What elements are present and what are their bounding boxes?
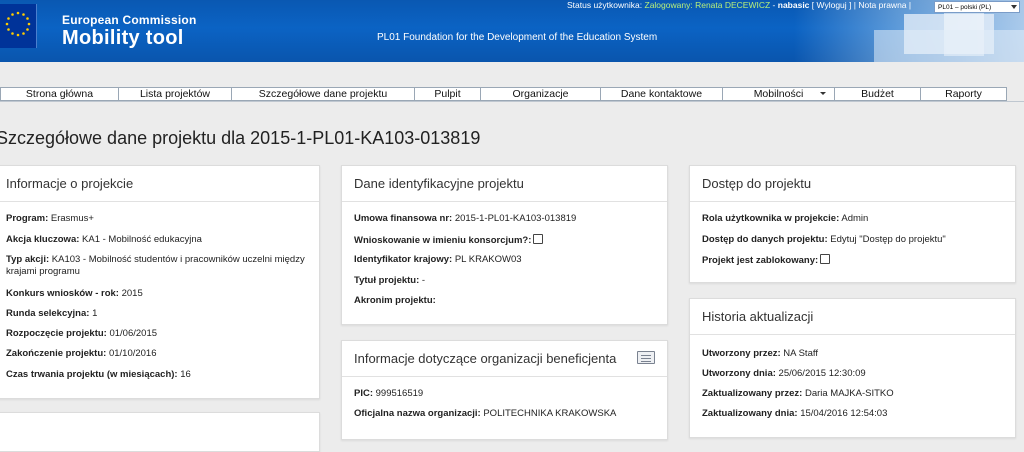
nav-item-reports[interactable]: Raporty [920, 87, 1007, 101]
panel-header: Informacje dotyczące organizacji benefic… [342, 341, 667, 377]
project-info-panel: Informacje o projekcie Program: Erasmus+… [0, 165, 320, 399]
nav-item-contacts[interactable]: Dane kontaktowe [600, 87, 723, 101]
info-row: Utworzony dnia: 25/06/2015 12:30:09 [702, 368, 866, 379]
panel-title: Dane identyfikacyjne projektu [354, 176, 524, 191]
access-panel: Dostęp do projektu Rola użytkownika w pr… [689, 165, 1016, 283]
info-row: Typ akcji: KA103 - Mobilność studentów i… [6, 254, 305, 265]
nav-item-budget[interactable]: Budżet [834, 87, 921, 101]
nav-item-organisations[interactable]: Organizacje [480, 87, 601, 101]
language-select[interactable]: PL01 – polski (PL) [934, 1, 1020, 13]
brand-line2: Mobility tool [62, 27, 184, 49]
info-row: Czas trwania projektu (w miesiącach): 16 [6, 369, 191, 380]
info-row: Rozpoczęcie projektu: 01/06/2015 [6, 328, 158, 339]
page-title: Szczegółowe dane projektu dla 2015-1-PL0… [0, 128, 481, 148]
user-name: Renata DECEWICZ [695, 0, 771, 10]
app-header: European Commission Mobility tool PL01 F… [0, 0, 1024, 62]
status-label: Status użytkownika: [567, 0, 643, 10]
panel-title: Historia aktualizacji [702, 309, 814, 324]
info-row: Utworzony przez: NA Staff [702, 348, 818, 359]
nav-item-project-list[interactable]: Lista projektów [118, 87, 232, 101]
beneficiary-panel: Informacje dotyczące organizacji benefic… [341, 340, 668, 440]
panel-header: Historia aktualizacji [690, 299, 1015, 335]
info-row: PIC: 999516519 [354, 388, 424, 399]
chevron-down-icon [820, 92, 826, 95]
nav-item-mobilities[interactable]: Mobilności [722, 87, 835, 101]
logged-in-label: Zalogowany: [644, 0, 693, 10]
user-status-bar: Status użytkownika: Zalogowany: Renata D… [567, 0, 912, 10]
panel-header: Informacje o projekcie [0, 166, 319, 202]
panel-title: Informacje dotyczące organizacji benefic… [354, 351, 617, 366]
main-nav: Strona główna Lista projektów Szczegółow… [0, 87, 1024, 101]
info-row: Identyfikator krajowy: PL KRAKOW03 [354, 254, 522, 265]
identification-panel: Dane identyfikacyjne projektu Umowa fina… [341, 165, 668, 325]
info-row: Projekt jest zablokowany: [702, 254, 831, 267]
info-row: Zaktualizowany dnia: 15/04/2016 12:54:03 [702, 408, 888, 419]
edit-access-link[interactable]: Edytuj "Dostęp do projektu" [830, 234, 946, 245]
brand-line1: European Commission [62, 13, 197, 27]
nav-item-project-details[interactable]: Szczegółowe dane projektu [231, 87, 415, 101]
logout-link[interactable]: Wyloguj [817, 0, 847, 10]
language-select-value: PL01 – polski (PL) [938, 4, 992, 11]
locked-checkbox[interactable] [820, 254, 831, 264]
organisation-name: PL01 Foundation for the Development of t… [377, 32, 658, 43]
legal-notice-link[interactable]: Nota prawna [858, 0, 906, 10]
info-row: Konkurs wniosków - rok: 2015 [6, 288, 143, 299]
info-row: Runda selekcyjna: 1 [6, 308, 98, 319]
info-row: Akronim projektu: [354, 295, 436, 306]
nav-divider [0, 101, 1024, 102]
panel-header: Dane identyfikacyjne projektu [342, 166, 667, 202]
info-row: Zaktualizowany przez: Daria MAJKA-SITKO [702, 388, 894, 399]
info-row: Dostęp do danych projektu: Edytuj "Dostę… [702, 234, 946, 245]
consortium-checkbox[interactable] [533, 234, 544, 244]
info-row: Umowa finansowa nr: 2015-1-PL01-KA103-01… [354, 213, 577, 224]
eu-flag-logo [0, 4, 37, 48]
panel-header: Dostęp do projektu [690, 166, 1015, 202]
info-row: Wnioskowanie w imieniu konsorcjum?: [354, 234, 544, 247]
panel-title: Informacje o projekcie [6, 176, 134, 191]
info-row: Rola użytkownika w projekcie: Admin [702, 213, 869, 224]
nav-item-home[interactable]: Strona główna [0, 87, 119, 101]
nav-item-dashboard[interactable]: Pulpit [414, 87, 481, 101]
info-row-continuation: krajami programu [6, 266, 80, 277]
info-row: Oficjalna nazwa organizacji: POLITECHNIK… [354, 408, 617, 419]
history-panel: Historia aktualizacji Utworzony przez: N… [689, 298, 1016, 438]
lower-left-panel [0, 412, 320, 452]
panel-title: Dostęp do projektu [702, 176, 812, 191]
chevron-down-icon [1011, 5, 1017, 9]
info-row: Zakończenie projektu: 01/10/2016 [6, 348, 157, 359]
user-login: nabasic [777, 0, 810, 10]
info-row: Akcja kluczowa: KA1 - Mobilność edukacyj… [6, 234, 202, 245]
business-card-icon[interactable] [637, 351, 655, 364]
info-row: Program: Erasmus+ [6, 213, 94, 224]
info-row: Tytuł projektu: - [354, 275, 426, 286]
